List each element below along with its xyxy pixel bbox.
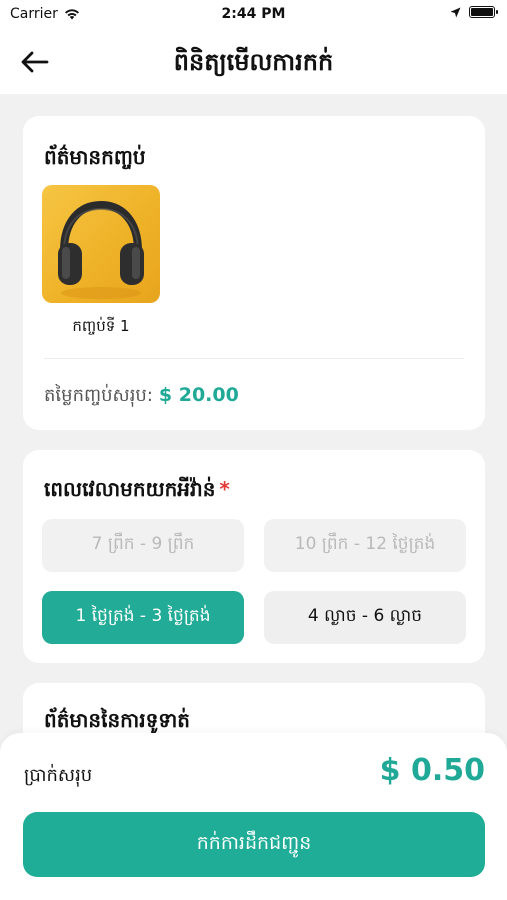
checkout-footer: ប្រាក់សរុប $ 0.50 កក់ការដឹកជញ្ជូន xyxy=(0,733,507,900)
time-slot-label: 10 ព្រឹក - 12 ថ្ងៃត្រង់ xyxy=(294,534,436,554)
grand-total-label: ប្រាក់សរុប xyxy=(24,765,93,786)
time-slot-label: 4 ល្ងាច - 6 ល្ងាច xyxy=(307,606,423,626)
package-item-image[interactable] xyxy=(42,185,160,303)
clock: 2:44 PM xyxy=(221,6,286,22)
status-icons xyxy=(450,6,498,18)
time-slot-7am-9am[interactable]: 7 ព្រឹក - 9 ព្រឹក xyxy=(42,519,244,572)
package-info-title: ព័ត៌មានកញ្ចប់ xyxy=(44,145,146,169)
package-total-value: $ 20.00 xyxy=(158,384,239,406)
location-arrow-icon xyxy=(450,7,461,17)
grand-total-value: $ 0.50 xyxy=(379,753,485,788)
time-slot-label: 7 ព្រឹក - 9 ព្រឹក xyxy=(91,534,195,554)
package-info-card: ព័ត៌មានកញ្ចប់ កញ្ចប់ទី 1 តម្លៃកញ្ចប់សរុប… xyxy=(23,116,485,430)
status-bar: Carrier 2:44 PM xyxy=(0,0,507,30)
time-slot-1pm-3pm[interactable]: 1 ថ្ងៃត្រង់ - 3 ថ្ងៃត្រង់ xyxy=(42,591,244,644)
battery-icon xyxy=(469,6,498,18)
time-slot-10am-12pm[interactable]: 10 ព្រឹក - 12 ថ្ងៃត្រង់ xyxy=(264,519,466,572)
divider xyxy=(44,358,464,359)
pickup-time-card: ពេលវេលាមកយកអីវ៉ាន់ * 7 ព្រឹក - 9 ព្រឹក 10… xyxy=(23,450,485,663)
package-total-label: តម្លៃកញ្ចប់សរុប: xyxy=(44,385,153,406)
pickup-time-label: ពេលវេលាមកយកអីវ៉ាន់ xyxy=(44,477,216,501)
book-delivery-label: កក់ការដឹកជញ្ជូន xyxy=(196,831,312,854)
page-title: ពិនិត្យមើលការកក់ xyxy=(173,48,334,76)
app-header: ពិនិត្យមើលការកក់ xyxy=(0,30,507,94)
pickup-time-title: ពេលវេលាមកយកអីវ៉ាន់ * xyxy=(44,476,230,506)
required-marker: * xyxy=(219,477,230,501)
time-slot-4pm-6pm[interactable]: 4 ល្ងាច - 6 ល្ងាច xyxy=(264,591,466,644)
headphones-icon xyxy=(58,200,144,299)
package-item-name: កញ្ចប់ទី 1 xyxy=(72,317,130,335)
book-delivery-button[interactable]: កក់ការដឹកជញ្ជូន xyxy=(23,812,485,877)
package-total: តម្លៃកញ្ចប់សរុប: $ 20.00 xyxy=(44,383,239,410)
time-slot-label: 1 ថ្ងៃត្រង់ - 3 ថ្ងៃត្រង់ xyxy=(75,606,211,626)
